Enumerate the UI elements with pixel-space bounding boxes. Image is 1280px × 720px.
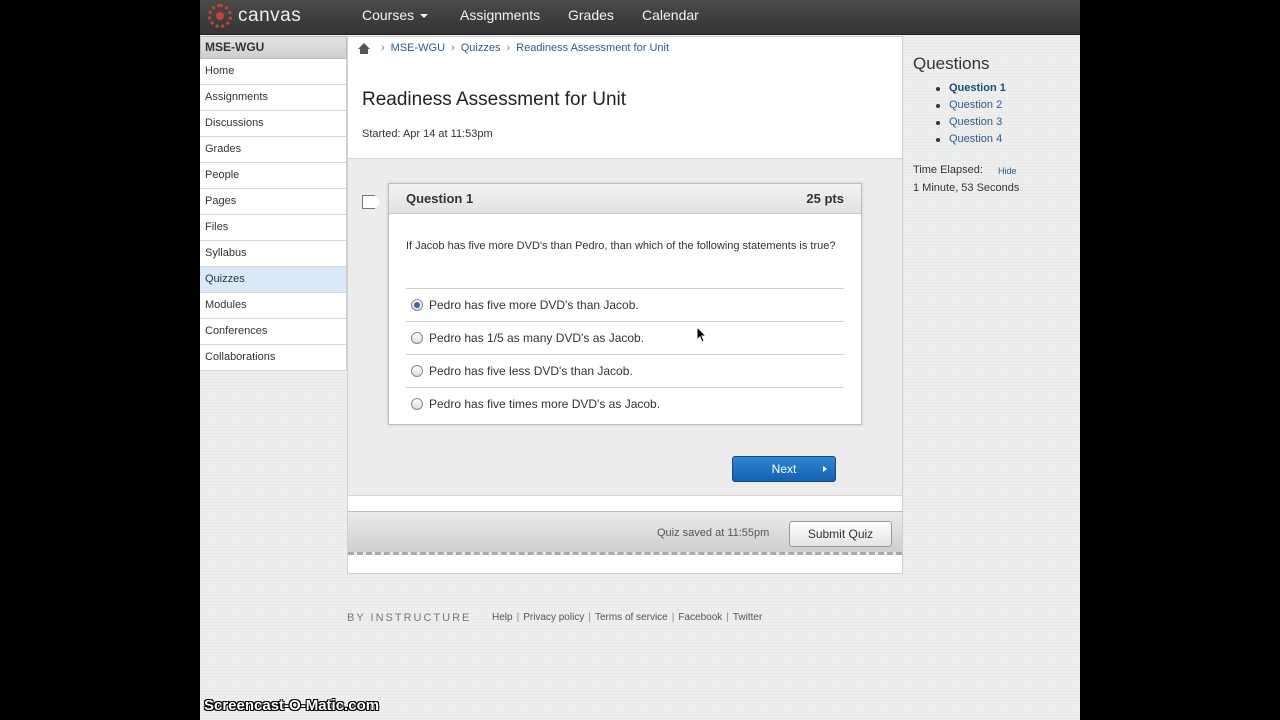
nav-grades[interactable]: Grades	[568, 7, 614, 23]
question-link-4[interactable]: Question 4	[936, 133, 1006, 150]
home-icon[interactable]	[358, 42, 370, 54]
brand-name: canvas	[238, 5, 302, 26]
nav-courses[interactable]: Courses	[362, 7, 429, 23]
answer-text: Pedro has five more DVD's than Jacob.	[429, 298, 639, 312]
answer-text: Pedro has five times more DVD's as Jacob…	[429, 397, 661, 411]
footer-separator: |	[726, 612, 729, 623]
sidebar-item-modules[interactable]: Modules	[200, 293, 347, 319]
sidebar-item-assignments[interactable]: Assignments	[200, 85, 347, 111]
question-name: Question 1	[406, 191, 474, 206]
submit-quiz-button[interactable]: Submit Quiz	[789, 521, 892, 547]
hide-timer-link[interactable]: Hide	[998, 166, 1017, 176]
radio-button-selected[interactable]	[411, 299, 423, 311]
breadcrumb-separator: ›	[451, 42, 455, 54]
answer-text: Pedro has 1/5 as many DVD's as Jacob.	[429, 331, 645, 345]
footer-link-twitter[interactable]: Twitter	[733, 612, 762, 623]
top-navigation: canvas Courses Assignments Grades Calend…	[200, 0, 1080, 35]
question-area: Question 1 25 pts If Jacob has five more…	[348, 158, 902, 496]
radio-button[interactable]	[411, 365, 423, 377]
time-elapsed-value: 1 Minute, 53 Seconds	[913, 182, 1020, 194]
question-text: If Jacob has five more DVD's than Pedro,…	[406, 240, 836, 252]
answer-option[interactable]: Pedro has five less DVD's than Jacob.	[406, 354, 844, 387]
sidebar-item-syllabus[interactable]: Syllabus	[200, 241, 347, 267]
breadcrumb-course[interactable]: MSE-WGU	[391, 42, 445, 54]
watermark-text: Screencast-O-Matic.com	[204, 697, 380, 714]
radio-button[interactable]	[411, 332, 423, 344]
nav-calendar[interactable]: Calendar	[642, 7, 699, 23]
course-sidebar: MSE-WGU Home Assignments Discussions Gra…	[200, 36, 347, 371]
answer-option[interactable]: Pedro has five times more DVD's as Jacob…	[406, 387, 844, 420]
saved-status: Quiz saved at 11:55pm	[657, 527, 770, 539]
footer-links: Help | Privacy policy | Terms of service…	[492, 612, 762, 623]
sidebar-item-discussions[interactable]: Discussions	[200, 111, 347, 137]
footer-separator: |	[588, 612, 591, 623]
sidebar-item-collaborations[interactable]: Collaborations	[200, 345, 347, 371]
canvas-logo-icon	[208, 4, 232, 28]
canvas-logo[interactable]: canvas	[208, 4, 301, 28]
started-time: Started: Apr 14 at 11:53pm	[362, 128, 493, 140]
question-header: Question 1 25 pts	[389, 184, 861, 214]
breadcrumb-separator: ›	[381, 42, 385, 54]
next-button-label: Next	[771, 462, 797, 476]
sidebar-item-files[interactable]: Files	[200, 215, 347, 241]
answer-text: Pedro has five less DVD's than Jacob.	[429, 364, 633, 378]
breadcrumb-separator: ›	[506, 42, 511, 54]
sidebar-item-people[interactable]: People	[200, 163, 347, 189]
breadcrumb: › MSE-WGU › Quizzes › Readiness Assessme…	[358, 42, 669, 54]
footer-link-facebook[interactable]: Facebook	[678, 612, 722, 623]
question-link-2[interactable]: Question 2	[936, 99, 1006, 116]
flag-question-icon[interactable]	[362, 195, 380, 209]
chevron-down-icon	[420, 14, 429, 19]
question-link-3[interactable]: Question 3	[936, 116, 1006, 133]
breadcrumb-current[interactable]: Readiness Assessment for Unit	[516, 42, 669, 54]
course-name: MSE-WGU	[200, 36, 347, 59]
radio-button[interactable]	[411, 398, 423, 410]
footer-separator: |	[671, 612, 675, 623]
next-button[interactable]: Next	[732, 456, 836, 482]
question-points: 25 pts	[806, 191, 844, 206]
breadcrumb-quizzes[interactable]: Quizzes	[461, 42, 501, 54]
answer-option[interactable]: Pedro has 1/5 as many DVD's as Jacob.	[406, 321, 844, 354]
footer-link-privacy[interactable]: Privacy policy	[523, 612, 584, 623]
footer-link-help[interactable]: Help	[492, 612, 513, 623]
sidebar-item-quizzes[interactable]: Quizzes	[200, 267, 347, 293]
quiz-content: › MSE-WGU › Quizzes › Readiness Assessme…	[347, 36, 903, 574]
footer-link-terms[interactable]: Terms of service	[595, 612, 668, 623]
instructure-brand: BY INSTRUCTURE	[347, 612, 472, 624]
sidebar-item-grades[interactable]: Grades	[200, 137, 347, 163]
questions-heading: Questions	[913, 54, 990, 73]
sidebar-item-conferences[interactable]: Conferences	[200, 319, 347, 345]
quiz-save-bar: Quiz saved at 11:55pm Submit Quiz	[348, 511, 902, 555]
page-title: Readiness Assessment for Unit	[362, 89, 627, 110]
footer-separator: |	[516, 612, 520, 623]
arrow-right-icon	[823, 466, 827, 472]
nav-assignments[interactable]: Assignments	[460, 7, 540, 23]
nav-courses-label: Courses	[362, 7, 415, 23]
question-link-1[interactable]: Question 1	[936, 82, 1006, 99]
question-card: Question 1 25 pts If Jacob has five more…	[388, 183, 862, 425]
question-list: Question 1 Question 2 Question 3 Questio…	[936, 82, 1006, 150]
time-elapsed-label: Time Elapsed:	[913, 164, 983, 176]
browser-viewport: canvas Courses Assignments Grades Calend…	[200, 0, 1080, 720]
sidebar-item-pages[interactable]: Pages	[200, 189, 347, 215]
sidebar-item-home[interactable]: Home	[200, 59, 347, 85]
answer-option[interactable]: Pedro has five more DVD's than Jacob.	[406, 288, 844, 321]
